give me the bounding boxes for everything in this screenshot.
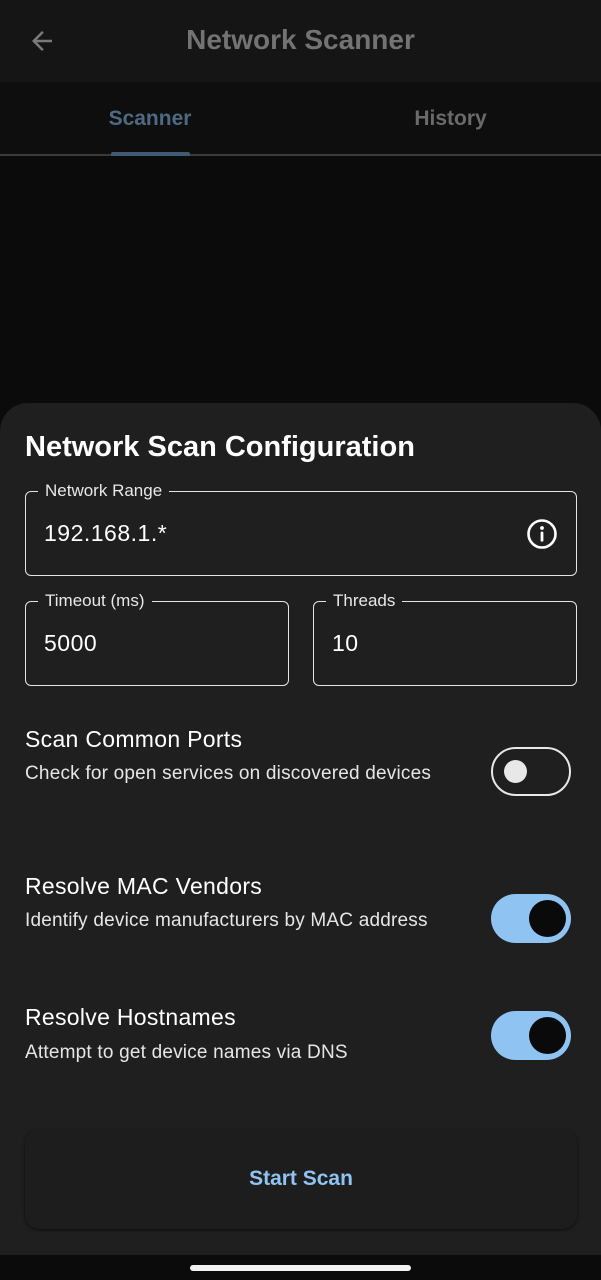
setting-title-mac-vendors: Resolve MAC Vendors (25, 873, 263, 899)
setting-title-hostnames: Resolve Hostnames (25, 1004, 236, 1030)
threads-field[interactable]: Threads 10 (313, 590, 577, 686)
timeout-input[interactable]: 5000 (44, 602, 254, 685)
threads-input[interactable]: 10 (332, 602, 542, 685)
mac-vendors-toggle[interactable] (491, 894, 571, 943)
setting-desc-mac-vendors: Identify device manufacturers by MAC add… (25, 910, 428, 931)
tab-history[interactable]: History (300, 82, 601, 156)
tab-bar: Scanner History (0, 82, 601, 156)
tab-scanner[interactable]: Scanner (0, 82, 300, 156)
scan-config-sheet: Network Scan Configuration Network Range… (0, 403, 601, 1280)
setting-title-scan-ports: Scan Common Ports (25, 726, 243, 752)
tab-indicator (111, 152, 190, 156)
toggle-knob (529, 900, 566, 937)
scan-ports-toggle[interactable] (491, 747, 571, 796)
start-scan-label: Start Scan (249, 1167, 353, 1190)
toggle-knob (504, 760, 527, 783)
info-button[interactable] (526, 518, 558, 550)
network-range-input[interactable]: 192.168.1.* (44, 492, 484, 575)
hostnames-toggle[interactable] (491, 1011, 571, 1060)
info-icon (527, 519, 557, 549)
start-scan-button[interactable]: Start Scan (25, 1129, 577, 1229)
timeout-field[interactable]: Timeout (ms) 5000 (25, 590, 289, 686)
setting-desc-scan-ports: Check for open services on discovered de… (25, 763, 432, 784)
sheet-title: Network Scan Configuration (25, 431, 415, 463)
app-bar: Network Scanner (0, 0, 601, 82)
network-range-field[interactable]: Network Range 192.168.1.* (25, 480, 577, 576)
toggle-knob (529, 1017, 566, 1054)
setting-desc-hostnames: Attempt to get device names via DNS (25, 1042, 348, 1063)
home-indicator[interactable] (190, 1265, 411, 1271)
page-title: Network Scanner (186, 24, 415, 55)
